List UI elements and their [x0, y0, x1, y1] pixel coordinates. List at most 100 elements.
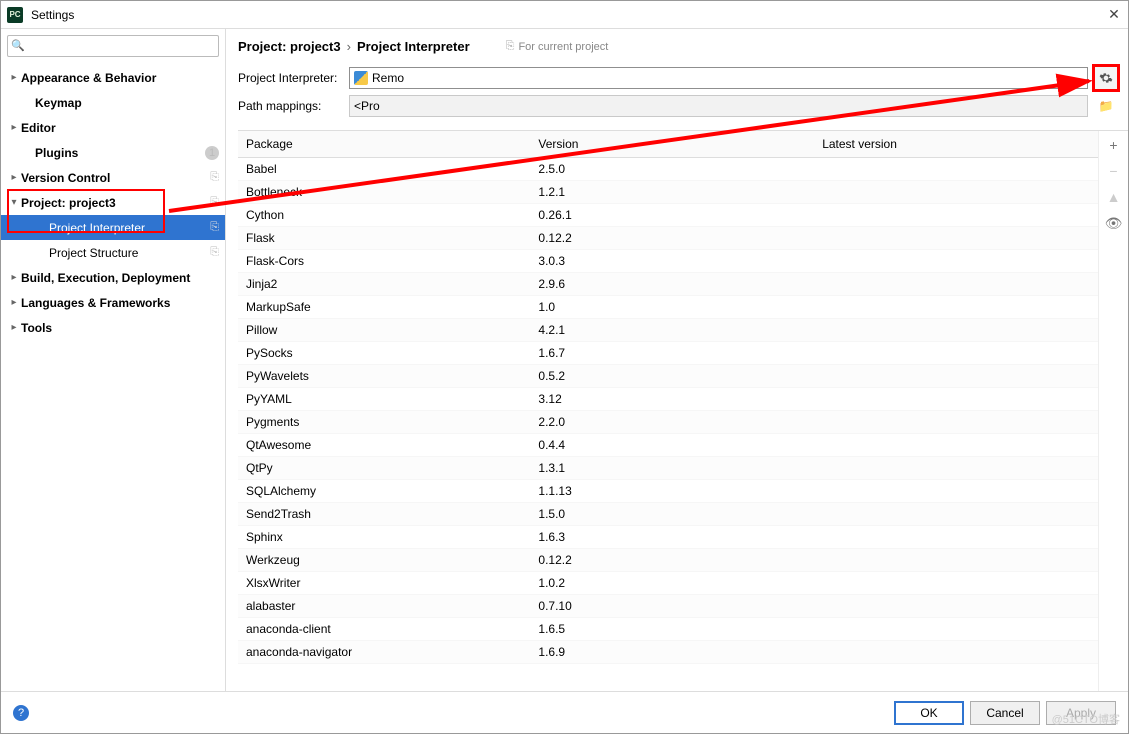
window-title: Settings: [31, 8, 1106, 22]
sidebar-item-project-project3[interactable]: ▾Project: project3⎘: [1, 190, 225, 215]
sidebar-item-label: Keymap: [35, 96, 219, 110]
chevron-right-icon: ▸: [7, 297, 21, 308]
cell-version: 0.7.10: [530, 595, 814, 618]
table-row[interactable]: Flask-Cors3.0.3: [238, 250, 1098, 273]
upgrade-package-button[interactable]: ▲: [1105, 189, 1123, 205]
table-row[interactable]: alabaster0.7.10: [238, 595, 1098, 618]
cell-package: Jinja2: [238, 273, 530, 296]
sidebar-item-languages-frameworks[interactable]: ▸Languages & Frameworks: [1, 290, 225, 315]
table-row[interactable]: XlsxWriter1.0.2: [238, 572, 1098, 595]
per-project-icon: ⎘: [210, 246, 219, 259]
table-row[interactable]: Cython0.26.1: [238, 204, 1098, 227]
table-row[interactable]: PyWavelets0.5.2: [238, 365, 1098, 388]
table-row[interactable]: MarkupSafe1.0: [238, 296, 1098, 319]
scope-hint: ⎘ For current project: [506, 40, 609, 53]
path-mappings-field[interactable]: <Pro: [349, 95, 1088, 117]
add-package-button[interactable]: +: [1105, 137, 1123, 153]
sidebar-item-build-execution-deployment[interactable]: ▸Build, Execution, Deployment: [1, 265, 225, 290]
breadcrumb: Project: project3 › Project Interpreter …: [226, 29, 1128, 60]
chevron-right-icon: ▸: [7, 322, 21, 333]
mappings-label: Path mappings:: [238, 99, 343, 113]
cell-package: MarkupSafe: [238, 296, 530, 319]
packages-table-scroll[interactable]: Package Version Latest version Babel2.5.…: [238, 131, 1098, 691]
cell-package: Bottleneck: [238, 181, 530, 204]
table-row[interactable]: anaconda-navigator1.6.9: [238, 641, 1098, 664]
table-row[interactable]: Sphinx1.6.3: [238, 526, 1098, 549]
scope-hint-text: For current project: [518, 41, 608, 53]
cell-version: 1.1.13: [530, 480, 814, 503]
close-icon[interactable]: ✕: [1106, 7, 1122, 23]
chevron-right-icon: ▸: [7, 122, 21, 133]
help-button[interactable]: ?: [13, 705, 29, 721]
browse-mappings-button[interactable]: 📁: [1094, 94, 1118, 118]
cell-version: 0.5.2: [530, 365, 814, 388]
gear-icon: [1099, 71, 1113, 85]
cell-package: PySocks: [238, 342, 530, 365]
cell-package: Cython: [238, 204, 530, 227]
sidebar-item-editor[interactable]: ▸Editor: [1, 115, 225, 140]
cell-latest: [814, 204, 1098, 227]
cell-package: PyWavelets: [238, 365, 530, 388]
sidebar-item-tools[interactable]: ▸Tools: [1, 315, 225, 340]
sidebar-item-project-structure[interactable]: Project Structure⎘: [1, 240, 225, 265]
interpreter-dropdown[interactable]: Remo: [349, 67, 1088, 89]
show-early-releases-button[interactable]: 👁: [1105, 215, 1123, 232]
mappings-value: <Pro: [354, 99, 380, 113]
sidebar-item-keymap[interactable]: Keymap: [1, 90, 225, 115]
cell-version: 3.12: [530, 388, 814, 411]
cell-version: 1.6.5: [530, 618, 814, 641]
per-project-icon: ⎘: [210, 221, 219, 234]
table-row[interactable]: Babel2.5.0: [238, 158, 1098, 181]
table-row[interactable]: Bottleneck1.2.1: [238, 181, 1098, 204]
table-row[interactable]: anaconda-client1.6.5: [238, 618, 1098, 641]
table-row[interactable]: Pillow4.2.1: [238, 319, 1098, 342]
sidebar-item-label: Project: project3: [21, 196, 206, 210]
table-row[interactable]: PyYAML3.12: [238, 388, 1098, 411]
sidebar-item-plugins[interactable]: Plugins1: [1, 140, 225, 165]
table-row[interactable]: Pygments2.2.0: [238, 411, 1098, 434]
sidebar-item-project-interpreter[interactable]: Project Interpreter⎘: [1, 215, 225, 240]
table-row[interactable]: PySocks1.6.7: [238, 342, 1098, 365]
sidebar-item-appearance-behavior[interactable]: ▸Appearance & Behavior: [1, 65, 225, 90]
python-icon: [354, 71, 368, 85]
update-badge: 1: [205, 146, 219, 160]
interpreter-settings-gear-button[interactable]: [1094, 66, 1118, 90]
breadcrumb-project: Project: project3: [238, 39, 341, 54]
cell-package: Babel: [238, 158, 530, 181]
cell-version: 0.12.2: [530, 227, 814, 250]
apply-button[interactable]: Apply: [1046, 701, 1116, 725]
table-row[interactable]: Jinja22.9.6: [238, 273, 1098, 296]
table-row[interactable]: Flask0.12.2: [238, 227, 1098, 250]
cell-version: 2.2.0: [530, 411, 814, 434]
table-row[interactable]: Send2Trash1.5.0: [238, 503, 1098, 526]
cell-latest: [814, 388, 1098, 411]
cell-version: 1.0.2: [530, 572, 814, 595]
table-row[interactable]: Werkzeug0.12.2: [238, 549, 1098, 572]
ok-button[interactable]: OK: [894, 701, 964, 725]
cell-package: PyYAML: [238, 388, 530, 411]
table-row[interactable]: QtAwesome0.4.4: [238, 434, 1098, 457]
cell-latest: [814, 526, 1098, 549]
cell-latest: [814, 595, 1098, 618]
cancel-button[interactable]: Cancel: [970, 701, 1040, 725]
cell-version: 0.26.1: [530, 204, 814, 227]
cell-latest: [814, 572, 1098, 595]
col-version[interactable]: Version: [530, 131, 814, 158]
search-input[interactable]: [7, 35, 219, 57]
cell-version: 2.5.0: [530, 158, 814, 181]
chevron-right-icon: ▸: [7, 272, 21, 283]
cell-package: Werkzeug: [238, 549, 530, 572]
cell-latest: [814, 273, 1098, 296]
col-package[interactable]: Package: [238, 131, 530, 158]
remove-package-button[interactable]: −: [1105, 163, 1123, 179]
cell-latest: [814, 158, 1098, 181]
interpreter-label: Project Interpreter:: [238, 71, 343, 85]
table-row[interactable]: SQLAlchemy1.1.13: [238, 480, 1098, 503]
table-row[interactable]: QtPy1.3.1: [238, 457, 1098, 480]
package-actions: + − ▲ 👁: [1098, 131, 1128, 691]
col-latest[interactable]: Latest version: [814, 131, 1098, 158]
cell-version: 4.2.1: [530, 319, 814, 342]
copy-icon: ⎘: [506, 40, 515, 53]
sidebar-item-version-control[interactable]: ▸Version Control⎘: [1, 165, 225, 190]
breadcrumb-separator: ›: [347, 39, 351, 54]
